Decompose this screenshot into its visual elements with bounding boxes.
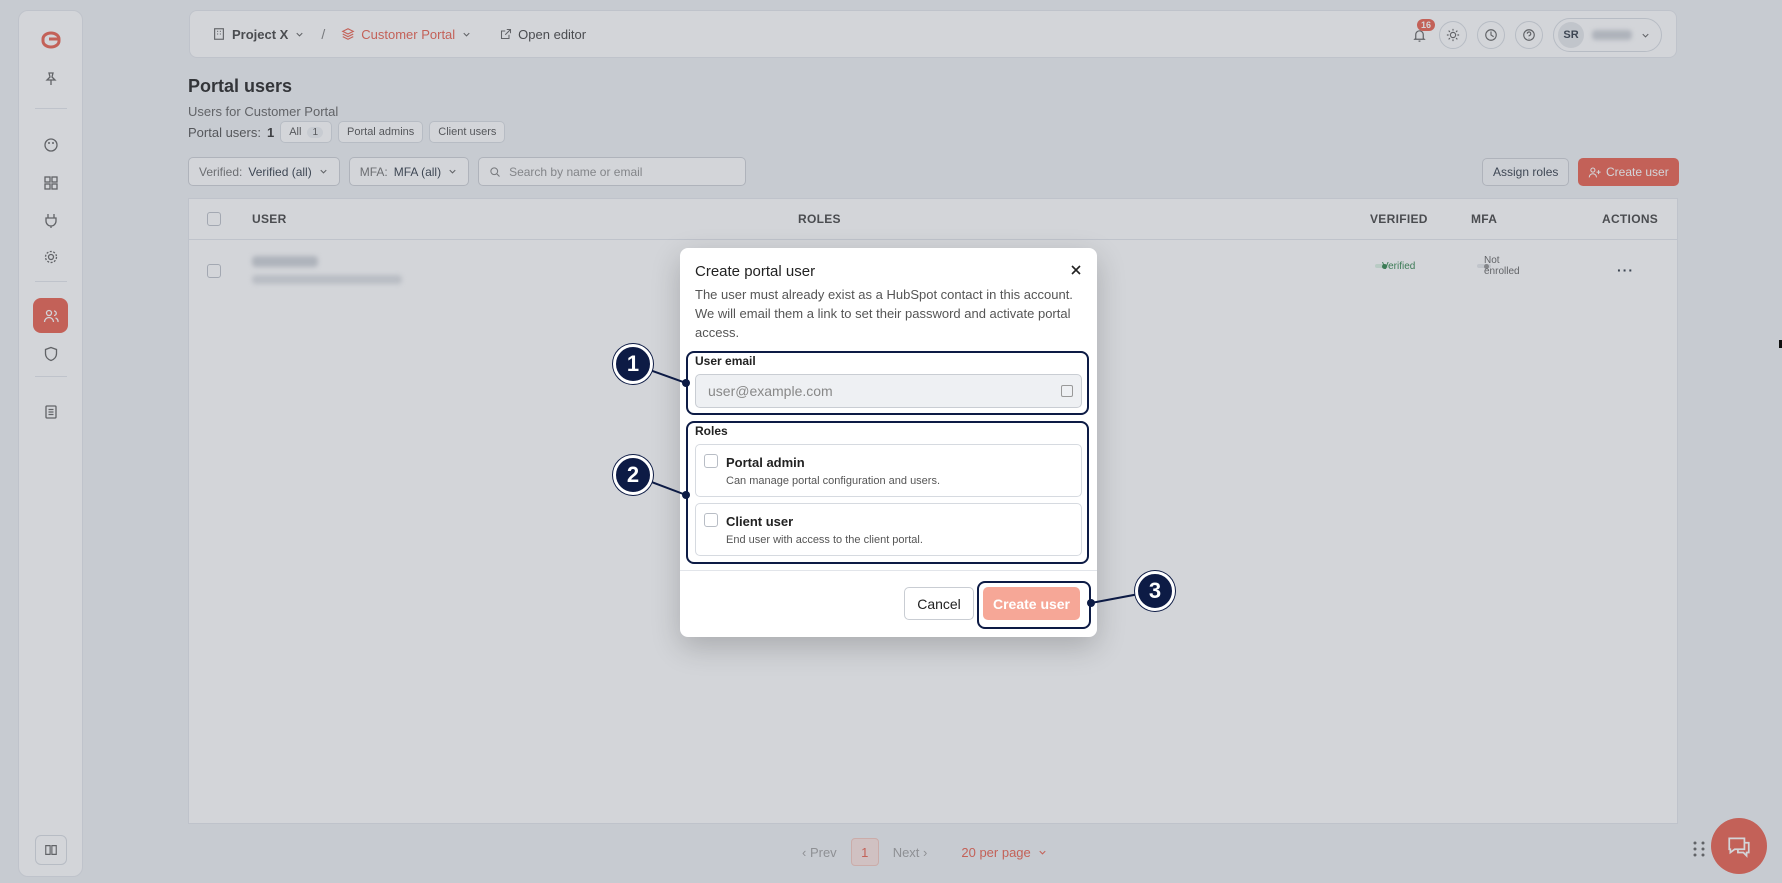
callout-box-roles [686,421,1089,564]
callout-anchor [682,491,690,499]
dialog-title: Create portal user [695,263,816,280]
callout-number-1: 1 [613,344,653,384]
callout-box-email [686,351,1089,415]
callout-anchor [682,379,690,387]
cancel-button[interactable]: Cancel [904,587,974,620]
callout-anchor [1087,599,1095,607]
callout-number-3: 3 [1135,571,1175,611]
dialog-description: The user must already exist as a HubSpot… [695,287,1073,340]
callout-box-submit [977,581,1091,629]
close-icon[interactable] [1069,263,1083,277]
callout-number-2: 2 [613,455,653,495]
dialog-divider [680,570,1097,571]
